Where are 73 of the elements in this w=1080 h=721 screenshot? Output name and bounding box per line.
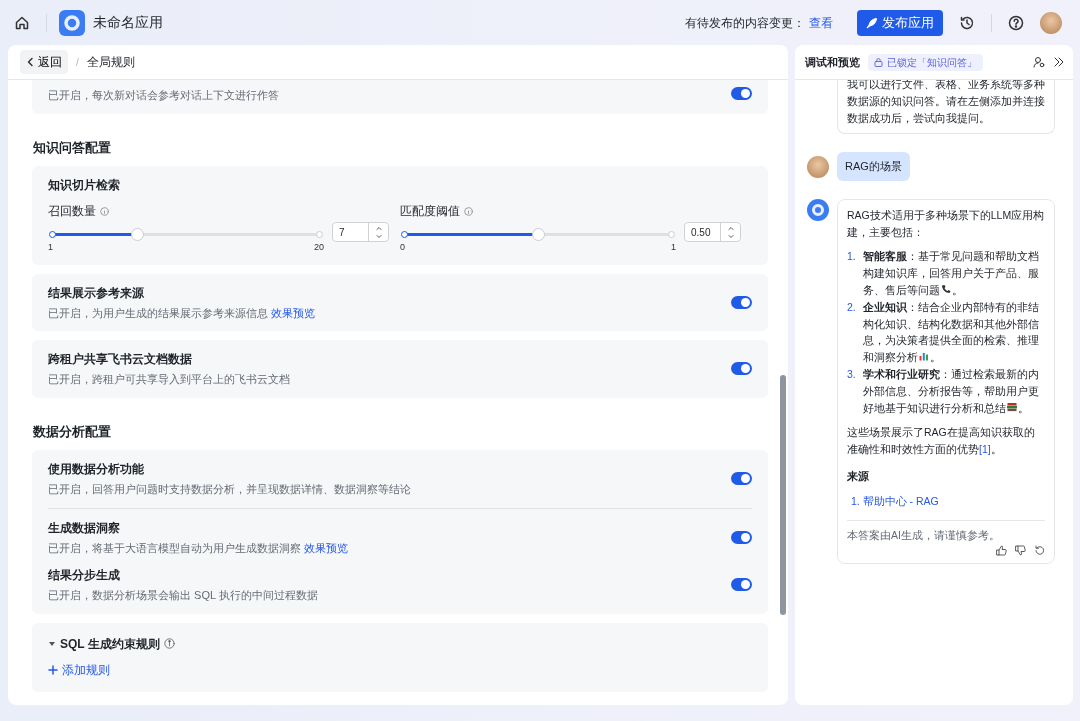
list-number: 3. [847,367,857,383]
pending-changes-label: 有待发布的内容变更： [685,14,805,32]
publish-button[interactable]: 发布应用 [857,9,943,36]
slider-handle[interactable] [130,228,144,241]
toggle-switch[interactable] [731,87,752,101]
scrollbar[interactable] [780,375,786,615]
list-number: 2. [847,299,857,315]
message-text: 我可以进行文件、表格、业务系统等多种数据源的知识问答。请在左侧添加并连接数据成功后，尝试向我提问。 [847,80,1045,126]
caret-down-icon[interactable] [48,639,56,648]
plus-icon [48,664,58,675]
slider-max-label: 1 [671,241,676,254]
thumbs-down-icon[interactable] [1015,545,1026,557]
list-item-text: 智能客服：基于常见问题和帮助文档构建知识库，回答用户关于产品、服务、售后等问题 。 [863,249,1040,299]
section-heading: 知识问答配置 [33,138,112,157]
breadcrumb-current: 全局规则 [86,54,135,71]
setting-title: 知识切片检索 [48,177,121,194]
source-link[interactable]: 1. 帮助中心 - RAG [847,492,1045,510]
home-icon[interactable] [14,14,30,31]
user-settings-icon[interactable] [1033,56,1045,68]
toggle-switch[interactable] [731,472,752,486]
list-item-text: 企业知识：结合企业内部特有的非结构化知识、结构化数据和其他外部信息，为决策者提供全面的检索、推理和洞察分析 。 [863,299,1040,366]
collapse-icon[interactable] [1053,56,1065,68]
citation-link[interactable]: [1] [979,443,991,456]
app-name: 未命名应用 [93,13,163,32]
phone-icon [940,283,952,296]
history-icon[interactable] [959,14,975,31]
toggle-switch[interactable] [731,295,752,309]
user-message: RAG的场景 [837,152,910,181]
setting-description: 已开启，回答用户问题时支持数据分析，并呈现数据详情、数据洞察等结论 [48,482,412,497]
chevron-left-icon [26,57,34,67]
setting-title: 使用数据分析功能 [48,461,145,478]
refresh-icon[interactable] [1034,545,1045,557]
toggle-switch[interactable] [731,578,752,592]
help-icon[interactable] [1008,14,1024,31]
lock-icon [874,57,883,67]
breadcrumb-separator: / [76,55,79,70]
setting-description: 已开启，数据分析场景会输出 SQL 执行的中间过程数据 [48,588,319,603]
setting-description: 已开启，跨租户可共享导入到平台上的飞书云文档 [48,372,291,387]
view-link[interactable]: 查看 [809,13,833,32]
slider-min-label: 1 [48,241,53,254]
toggle-switch[interactable] [731,530,752,544]
app-logo-icon [59,9,85,36]
list-number: 1. [847,249,857,265]
message-text: RAG技术适用于多种场景下的LLM应用构建，主要包括： [847,207,1045,240]
toggle-switch[interactable] [731,362,752,376]
lock-badge: 已锁定「知识问答」 [868,53,983,71]
setting-description: 已开启，每次新对话会参考对话上下文进行作答 [48,88,280,103]
preview-link[interactable]: 效果预览 [304,541,349,554]
preview-link[interactable]: 效果预览 [271,306,316,319]
setting-description: 已开启，将基于大语言模型自动为用户生成数据洞察 [48,541,301,554]
slider-label: 匹配度阈值 [400,203,460,220]
thumbs-up-icon[interactable] [996,545,1007,557]
setting-title: 结果分步生成 [48,567,121,584]
setting-description: 已开启，为用户生成的结果展示参考来源信息 [48,306,268,319]
sources-heading: 来源 [847,469,870,485]
slider-label: 召回数量 [48,203,96,220]
list-item-text: 学术和行业研究：通过检索最新的内外部信息、分析报告等，帮助用户更好地基于知识进行分析和总结 。 [863,367,1040,416]
books-icon [1006,400,1018,413]
message-text: 这些场景展示了RAG在提高知识获取的准确性和时效性方面的优势[1]。 [847,425,1036,458]
user-avatar [807,155,829,178]
back-button[interactable]: 返回 [20,50,68,74]
section-heading: 数据分析配置 [33,422,112,441]
rules-title: SQL 生成约束规则 [60,635,160,653]
slider-min-label: 0 [400,241,405,254]
preview-title: 调试和预览 [805,54,860,70]
add-rule-link[interactable]: 添加规则 [48,660,110,679]
slider-max-label: 20 [314,241,324,254]
disclaimer-text: 本答案由AI生成，请谨慎参考。 [847,527,1001,543]
slider-handle[interactable] [532,228,545,241]
chart-icon [918,350,930,363]
setting-title: 生成数据洞察 [48,519,121,537]
setting-title: 结果展示参考来源 [48,284,145,302]
setting-title: 跨租户共享飞书云文档数据 [48,351,193,368]
